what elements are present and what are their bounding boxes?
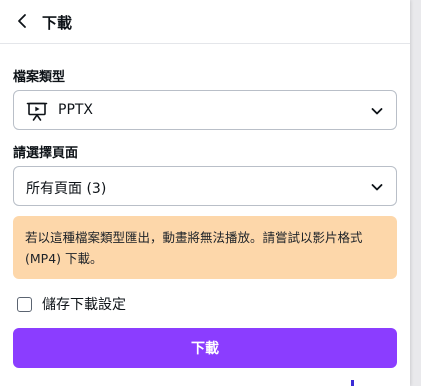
page-title: 下載	[42, 14, 73, 32]
background-edge	[351, 380, 354, 386]
chevron-down-icon	[371, 184, 383, 191]
back-button[interactable]	[10, 9, 34, 33]
file-type-label: 檔案類型	[13, 70, 66, 85]
chevron-down-icon	[371, 108, 383, 115]
presentation-icon	[26, 102, 48, 121]
warning-alert: 若以這種檔案類型匯出，動畫將無法播放。請嘗試以影片格式(MP4) 下載。	[13, 216, 397, 279]
alert-message: 若以這種檔案類型匯出，動畫將無法播放。請嘗試以影片格式(MP4) 下載。	[25, 230, 363, 266]
file-type-value: PPTX	[58, 102, 94, 118]
download-panel: 下載 檔案類型 PPTX 請選擇頁面 所有頁面 (3) 若以這種檔案類型匯出，動…	[0, 0, 410, 386]
pages-label: 請選擇頁面	[13, 146, 79, 161]
chevron-left-icon	[18, 14, 26, 28]
save-settings-row[interactable]: 儲存下載設定	[17, 295, 126, 313]
save-settings-checkbox[interactable]	[17, 296, 32, 312]
pages-value: 所有頁面 (3)	[26, 181, 107, 197]
save-settings-label: 儲存下載設定	[42, 297, 126, 313]
pages-select[interactable]: 所有頁面 (3)	[13, 166, 397, 206]
download-button[interactable]: 下載	[13, 328, 397, 368]
download-button-label: 下載	[191, 341, 219, 357]
file-type-select[interactable]: PPTX	[13, 90, 397, 130]
panel-header: 下載	[0, 0, 410, 44]
